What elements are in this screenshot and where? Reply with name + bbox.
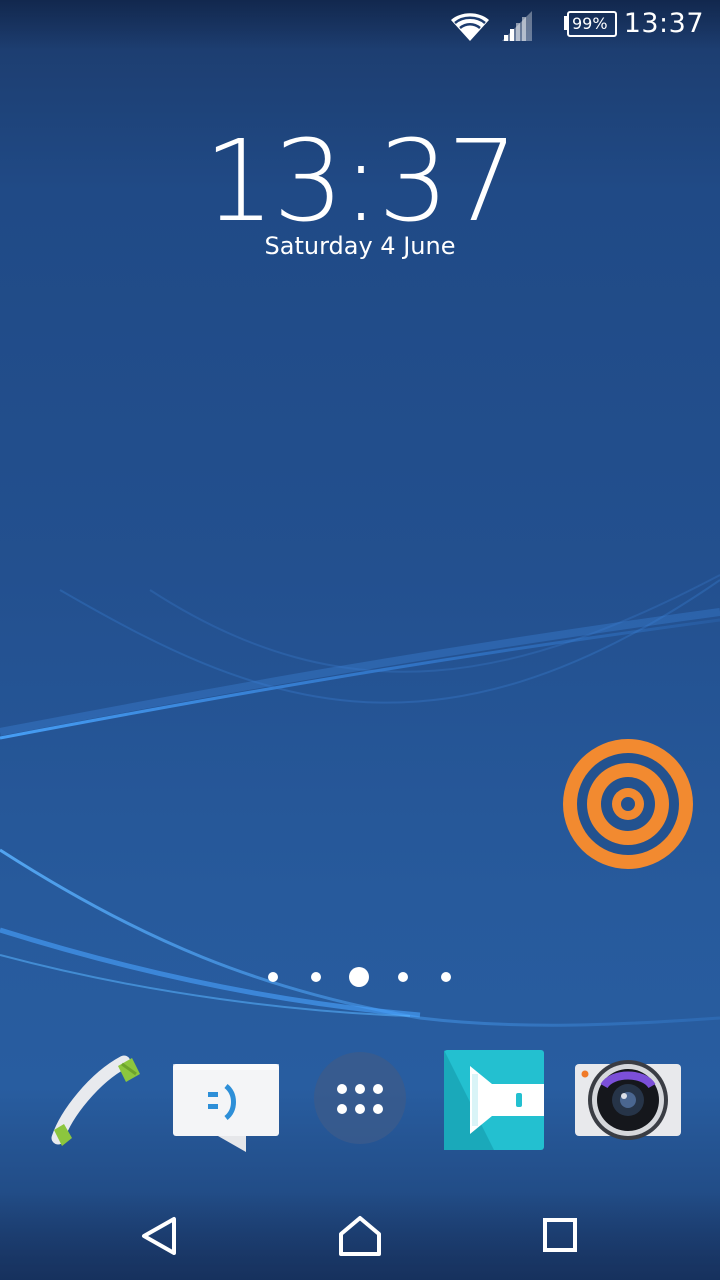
app-drawer-icon [314,1052,406,1144]
back-button[interactable] [128,1206,192,1266]
page-dot [441,972,451,982]
messaging-icon [173,1064,279,1152]
page-dot [398,972,408,982]
page-dot [268,972,278,982]
battery-icon: 99% [563,11,617,37]
back-icon [142,1217,176,1255]
app-drawer-button[interactable] [300,1044,420,1164]
phone-icon [51,1055,140,1146]
status-bar: 99% 13:37 [0,0,720,50]
orange-target-icon[interactable] [562,738,694,870]
page-dot [311,972,321,982]
camera-app[interactable] [568,1044,688,1164]
clock-widget-time[interactable]: 13:37 [0,122,720,242]
phone-app[interactable] [36,1044,156,1164]
camera-icon [575,1060,681,1140]
page-dot-active [349,967,369,987]
home-button[interactable] [328,1206,392,1266]
status-time: 13:37 [623,8,704,39]
page-indicator [0,965,720,989]
wifi-icon [451,13,489,41]
recents-button[interactable] [528,1206,592,1266]
home-icon [339,1216,381,1256]
battery-percent: 99% [572,14,608,33]
recents-icon [543,1218,577,1252]
navigation-bar [0,1192,720,1280]
cellular-signal-icon [502,11,532,41]
messaging-app[interactable] [166,1044,286,1164]
video-app[interactable] [434,1044,554,1164]
clock-widget-date: Saturday 4 June [264,232,456,260]
home-screen: 99% 13:37 13:37 Saturday 4 June [0,0,720,1280]
video-app-icon [444,1050,544,1150]
